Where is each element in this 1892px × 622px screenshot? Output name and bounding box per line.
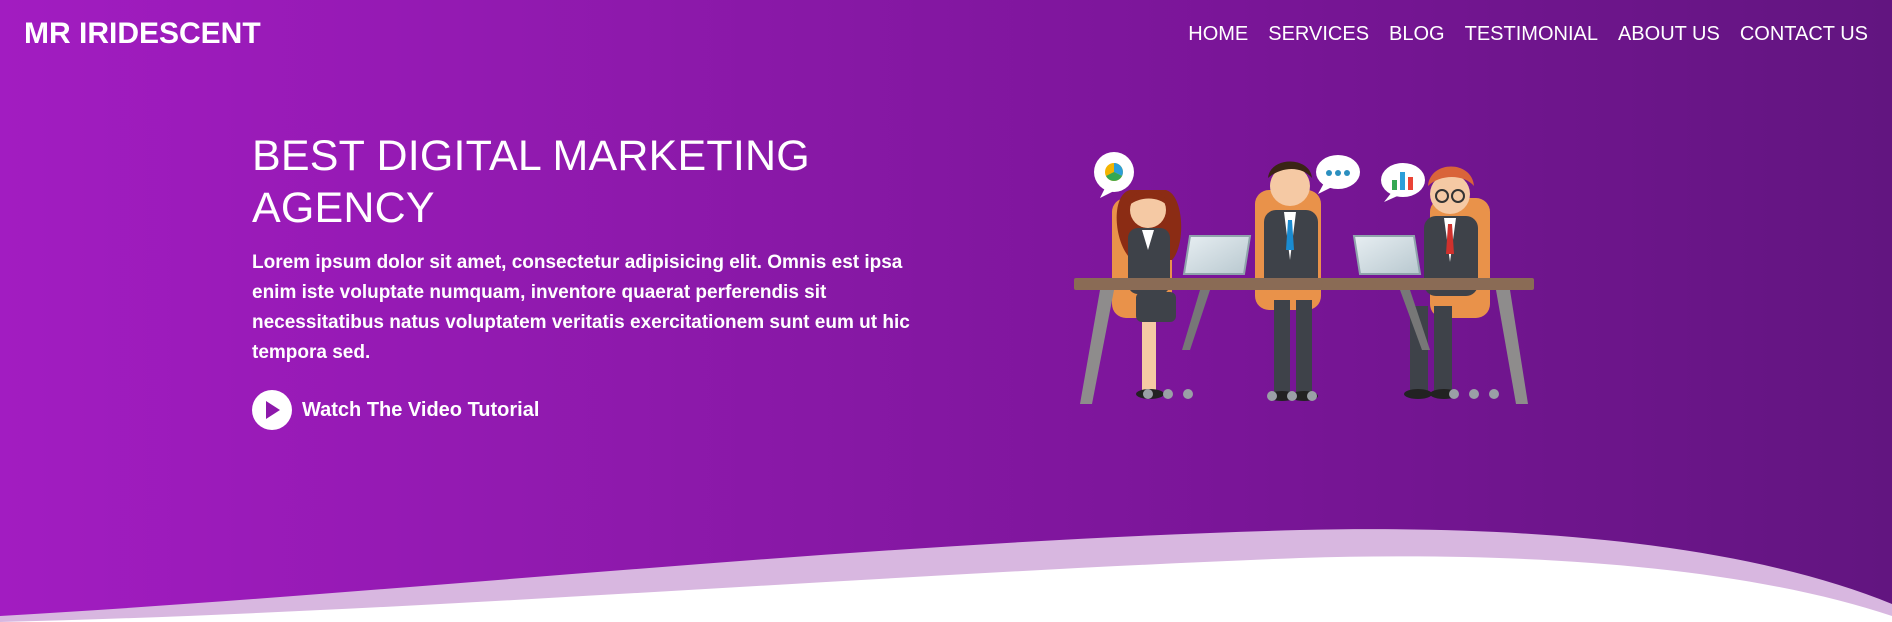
top-navigation-bar: MR IRIDESCENT HOME SERVICES BLOG TESTIMO… — [0, 0, 1892, 70]
hero-content: BEST DIGITAL MARKETING AGENCY Lorem ipsu… — [252, 130, 932, 430]
chart-bubble-right — [1381, 163, 1425, 202]
hero-title: BEST DIGITAL MARKETING AGENCY — [252, 132, 810, 232]
nav-item-contact-us[interactable]: CONTACT US — [1740, 20, 1868, 48]
business-meeting-illustration — [1070, 150, 1540, 410]
nav-item-testimonial[interactable]: TESTIMONIAL — [1465, 20, 1598, 48]
hero-description: Lorem ipsum dolor sit amet, consectetur … — [252, 252, 910, 363]
main-nav: HOME SERVICES BLOG TESTIMONIAL ABOUT US … — [1188, 20, 1868, 48]
nav-item-about-us[interactable]: ABOUT US — [1618, 20, 1720, 48]
nav-item-blog[interactable]: BLOG — [1389, 20, 1445, 48]
bottom-wave — [0, 529, 1892, 622]
hero-section: MR IRIDESCENT HOME SERVICES BLOG TESTIMO… — [0, 0, 1892, 622]
brand-logo[interactable]: MR IRIDESCENT — [24, 16, 261, 52]
nav-item-services[interactable]: SERVICES — [1268, 20, 1369, 48]
dots-bubble-center — [1316, 155, 1360, 194]
watch-video-label[interactable]: Watch The Video Tutorial — [302, 396, 539, 424]
nav-item-home[interactable]: HOME — [1188, 20, 1248, 48]
play-icon[interactable] — [252, 390, 292, 430]
watch-video-button[interactable]: Watch The Video Tutorial — [252, 390, 932, 430]
